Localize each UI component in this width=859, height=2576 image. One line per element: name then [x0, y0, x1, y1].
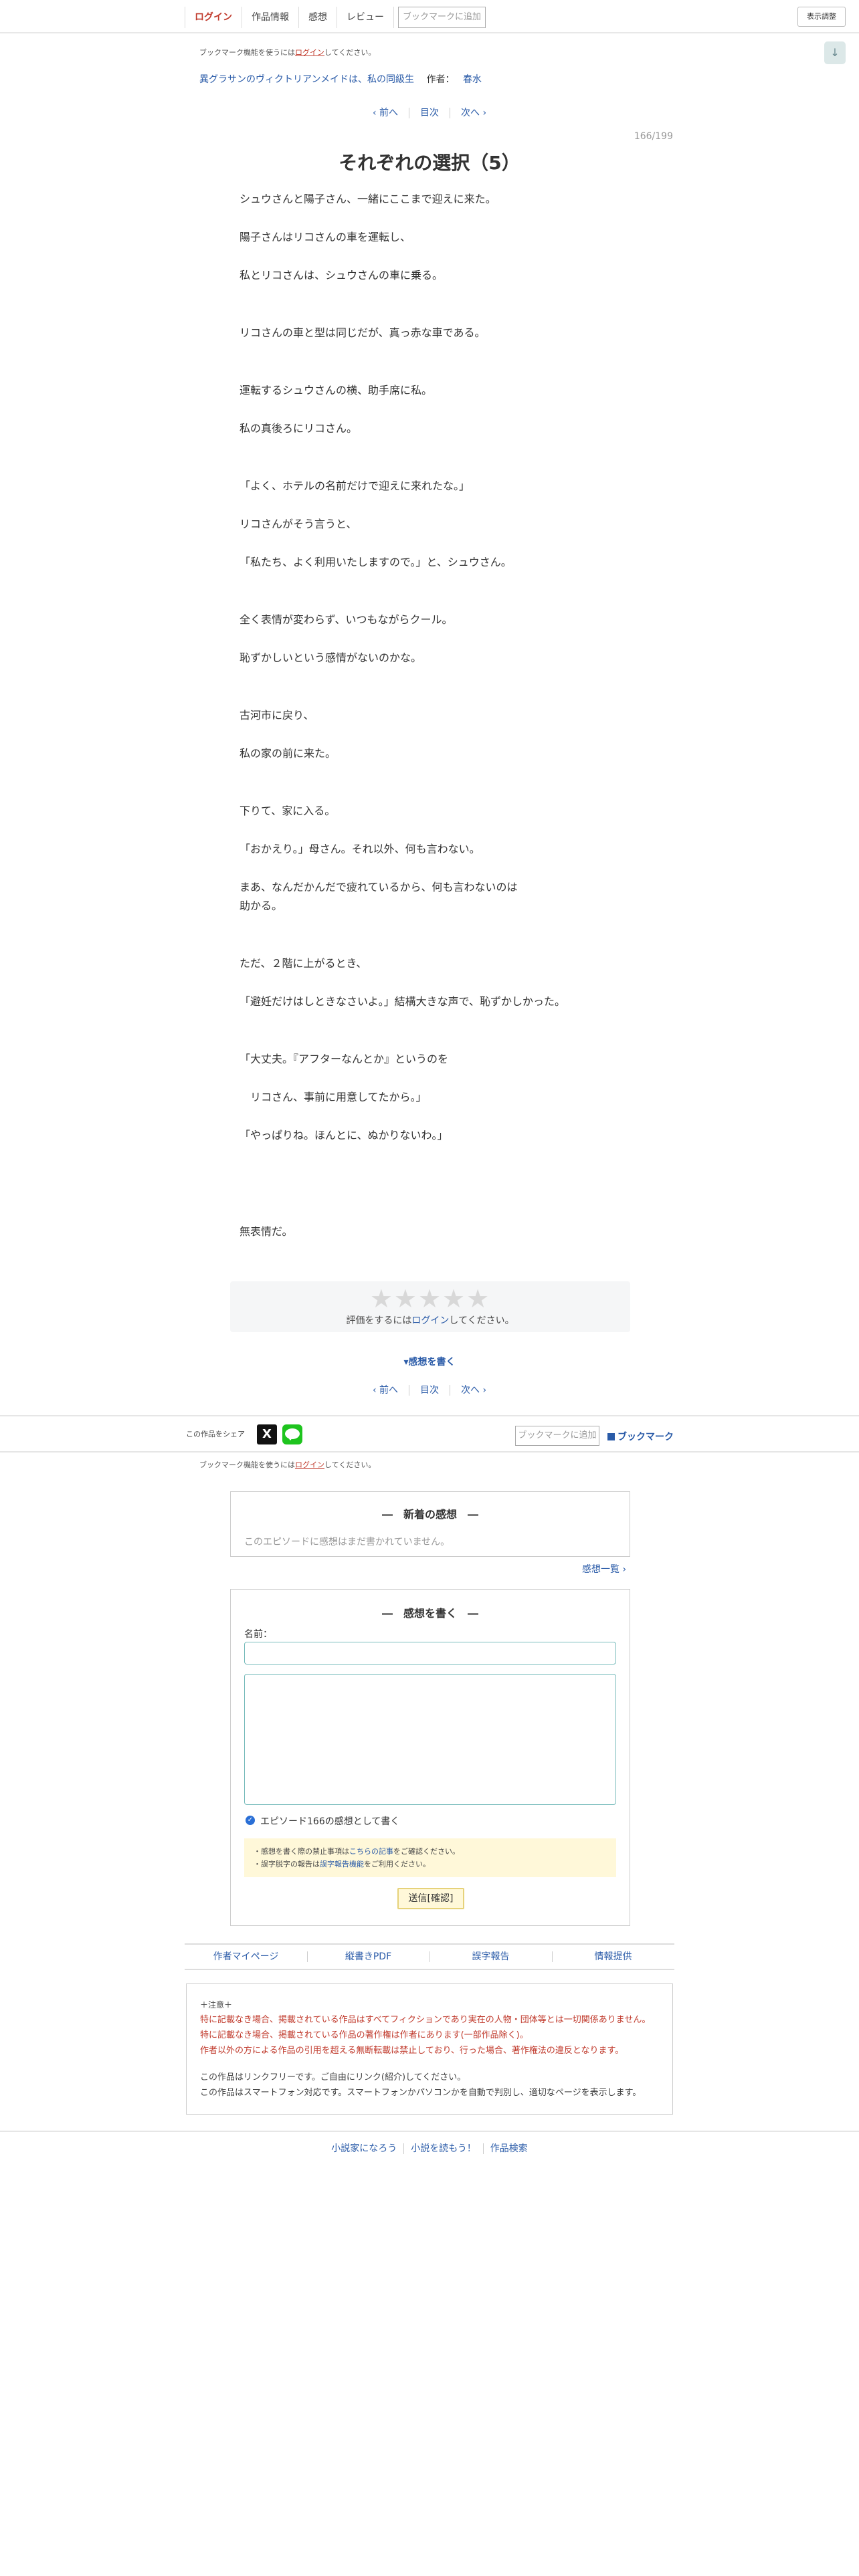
caution-heading: ＋注意＋: [200, 2000, 233, 2010]
name-label: 名前：: [244, 1629, 272, 1640]
body-line: 私とリコさんは、シュウさんの車に乗る。: [240, 269, 444, 282]
info-provide-link[interactable]: 情報提供: [552, 1945, 674, 1969]
toc-link[interactable]: 目次: [409, 108, 450, 118]
bookmark-login-notice: ブックマーク機能を使うにはログインしてください。: [199, 48, 376, 57]
search-link[interactable]: 作品検索: [484, 2143, 535, 2154]
body-line: 助かる。: [240, 899, 283, 912]
share-bar: この作品をシェア X ブックマークに追加 ブックマーク: [0, 1415, 859, 1453]
prev-link[interactable]: ‹ 前へ: [361, 108, 409, 118]
x-share-icon[interactable]: X: [257, 1424, 277, 1444]
bottom-nav: 小説家になろう 小説を読もう！ 作品検索: [0, 2131, 859, 2164]
bookmark-link[interactable]: ブックマーク: [607, 1430, 674, 1443]
novel-title-link[interactable]: 異グラサンのヴィクトリアンメイドは、私の同級生: [199, 74, 414, 85]
impression-list-link[interactable]: 感想一覧 ›: [582, 1562, 626, 1576]
add-bookmark-button[interactable]: ブックマークに追加: [398, 7, 486, 28]
latest-impressions-box: ― 新着の感想 ― このエピソードに感想はまだ書かれていません。: [230, 1491, 630, 1557]
prohibited-items-link[interactable]: こちらの記事: [349, 1847, 393, 1856]
bookmark-icon: [607, 1433, 615, 1440]
display-settings-button[interactable]: 表示調整: [797, 7, 846, 27]
top-bar: ログイン 作品情報 感想 レビュー ブックマークに追加 表示調整: [0, 0, 859, 33]
body-line: リコさんがそう言うと、: [240, 518, 357, 530]
bookmark-login-link[interactable]: ログイン: [295, 48, 324, 57]
nav-reviews[interactable]: レビュー: [337, 7, 394, 28]
share-label: この作品をシェア: [186, 1430, 245, 1438]
body-line: 恥ずかしいという感情がないのかな。: [240, 651, 422, 664]
toc-link[interactable]: 目次: [409, 1385, 450, 1396]
bookmark-login-notice: ブックマーク機能を使うにはログインしてください。: [199, 1461, 376, 1469]
nav-work-info[interactable]: 作品情報: [242, 7, 299, 28]
body-line: リコさんの車と型は同じだが、真っ赤な車である。: [240, 326, 486, 339]
rating-stars[interactable]: ★★★★★: [230, 1284, 630, 1313]
rating-login-link[interactable]: ログイン: [411, 1315, 449, 1326]
body-line: 運転するシュウさんの横、助手席に私。: [240, 384, 433, 397]
typo-report-link[interactable]: 誤字報告機能: [320, 1860, 364, 1868]
body-line: 「私たち、よく利用いたしますので。」と、シュウさん。: [240, 556, 512, 568]
body-line: 「おかえり。」母さん。それ以外、何も言わない。: [240, 843, 480, 855]
caution-red-text: 特に記載なき場合、掲載されている作品はすべてフィクションであり実在の人物・団体等…: [200, 2015, 651, 2056]
rating-note: 評価をするにはログインしてください。: [346, 1315, 514, 1326]
episode-checkbox[interactable]: ✓: [246, 1816, 255, 1825]
prev-link[interactable]: ‹ 前へ: [361, 1385, 409, 1396]
vertical-pdf-link[interactable]: 縦書きPDF: [307, 1945, 430, 1969]
body-line: シュウさんと陽子さん、一緒にここまで迎えに来た。: [240, 193, 496, 205]
write-impression-link[interactable]: ▾感想を書く: [0, 1355, 859, 1368]
footer-links: 作者マイページ 縦書きPDF 誤字報告 情報提供: [185, 1943, 674, 1970]
body-line: 無表情だ。: [240, 1225, 293, 1238]
scroll-down-icon[interactable]: ↓: [824, 41, 846, 64]
name-input[interactable]: [244, 1642, 616, 1665]
pager-top: ‹ 前へ 目次 次へ ›: [0, 106, 859, 119]
submit-button[interactable]: 送信[確認]: [397, 1888, 464, 1909]
author-label: 作者：: [426, 74, 455, 85]
impression-textarea[interactable]: [244, 1674, 616, 1805]
body-line: 「避妊だけはしときなさいよ。」結構大きな声で、恥ずかしかった。: [240, 995, 566, 1008]
typo-report-footer-link[interactable]: 誤字報告: [430, 1945, 552, 1969]
yomou-link[interactable]: 小説を読もう！: [404, 2143, 484, 2154]
nav-impressions[interactable]: 感想: [299, 7, 337, 28]
body-line: 下りて、家に入る。: [240, 804, 336, 817]
episode-title: それぞれの選択（5）: [339, 152, 520, 174]
caution-gray-text: この作品はリンクフリーです。ご自由にリンク(紹介)してください。 この作品はスマ…: [200, 2072, 642, 2098]
author-mypage-link[interactable]: 作者マイページ: [185, 1945, 307, 1969]
body-line: 「大丈夫。『アフターなんとか』というのを: [240, 1053, 449, 1065]
novel-info: 異グラサンのヴィクトリアンメイドは、私の同級生 作者： 春水: [199, 72, 482, 86]
next-link[interactable]: 次へ ›: [450, 1385, 497, 1396]
body-line: ただ、２階に上がるとき、: [240, 957, 367, 970]
body-line: 古河市に戻り、: [240, 709, 314, 722]
body-line: 「やっぱりね。ほんとに、ぬかりないわ。」: [240, 1129, 448, 1142]
nav-login[interactable]: ログイン: [185, 7, 242, 28]
next-link[interactable]: 次へ ›: [450, 108, 497, 118]
body-line: 全く表情が変わらず、いつもながらクール。: [240, 613, 453, 626]
episode-checkbox-label: エピソード166の感想として書く: [260, 1816, 400, 1827]
body-line: 私の真後ろにリコさん。: [240, 422, 358, 435]
body-line: 私の家の前に来た。: [240, 747, 337, 760]
write-impression-form: ― 感想を書く ― 名前： ✓ エピソード166の感想として書く ・感想を書く際…: [230, 1589, 630, 1926]
latest-impressions-title: ― 新着の感想 ―: [381, 1508, 478, 1521]
no-impressions-text: このエピソードに感想はまだ書かれていません。: [244, 1537, 450, 1547]
body-line: リコさん、事前に用意してたから。」: [240, 1091, 427, 1103]
body-line: 「よく、ホテルの名前だけで迎えに来れたな。」: [240, 479, 470, 492]
body-line: まあ、なんだかんだで疲れているから、何も言わないのは: [240, 881, 518, 893]
narou-link[interactable]: 小説家になろう: [324, 2143, 405, 2154]
add-bookmark-button[interactable]: ブックマークに追加: [515, 1426, 599, 1446]
caution-box: ＋注意＋ 特に記載なき場合、掲載されている作品はすべてフィクションであり実在の人…: [186, 1983, 673, 2115]
page-count: 166/199: [634, 131, 673, 142]
pager-bottom: ‹ 前へ 目次 次へ ›: [0, 1383, 859, 1396]
write-form-title: ― 感想を書く ―: [381, 1607, 478, 1620]
form-notes: ・感想を書く際の禁止事項はこちらの記事をご確認ください。 ・誤字脱字の報告は誤字…: [244, 1838, 616, 1877]
line-share-icon[interactable]: [282, 1424, 302, 1444]
top-nav: ログイン 作品情報 感想 レビュー ブックマークに追加: [185, 5, 486, 29]
bookmark-login-link[interactable]: ログイン: [295, 1461, 324, 1469]
rating-box: ★★★★★ 評価をするにはログインしてください。: [230, 1281, 630, 1332]
author-link[interactable]: 春水: [463, 74, 482, 85]
body-line: 陽子さんはリコさんの車を運転し、: [240, 231, 411, 243]
